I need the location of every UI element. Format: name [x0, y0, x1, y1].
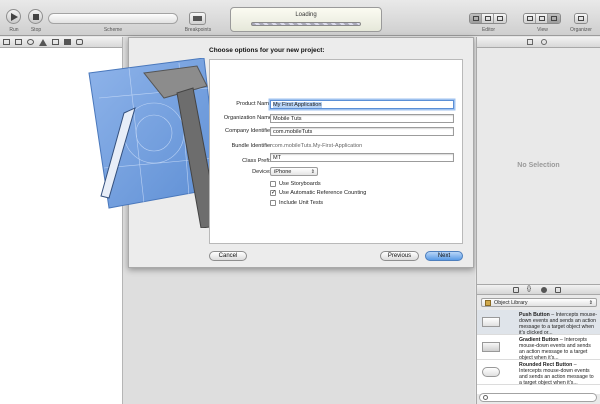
library-item-rounded-rect-button[interactable]: Rounded Rect Button – Intercepts mouse-d…	[477, 360, 600, 386]
use-storyboards-option[interactable]: Use Storyboards	[270, 181, 321, 187]
popup-arrows-icon: ⇕	[310, 169, 315, 175]
company-identifier-field[interactable]: com.mobileTuts	[270, 127, 454, 136]
push-button-thumbnail-icon	[482, 317, 500, 327]
run-button[interactable]	[6, 9, 21, 24]
view-label: View	[537, 27, 548, 33]
search-icon	[483, 395, 488, 400]
breakpoints-label: Breakpoints	[184, 27, 212, 33]
organization-name-field[interactable]: Mobile Tuts	[270, 114, 454, 123]
assistant-editor-icon	[485, 16, 491, 21]
devices-label: Devices	[252, 169, 272, 175]
debug-toggle-button[interactable]	[536, 14, 548, 23]
sheet-title: Choose options for your new project:	[209, 47, 325, 54]
library-list: Push Button – Intercepts mouse-down even…	[477, 310, 600, 394]
bundle-identifier-label: Bundle Identifier	[231, 143, 272, 149]
use-storyboards-label: Use Storyboards	[279, 181, 321, 187]
breakpoint-navigator-icon[interactable]	[64, 39, 71, 45]
navigator-pane-icon	[527, 16, 533, 21]
symbol-navigator-icon[interactable]	[15, 39, 22, 45]
scheme-popup[interactable]	[48, 13, 178, 24]
breakpoint-icon	[193, 16, 202, 21]
search-navigator-icon[interactable]	[27, 39, 34, 45]
organizer-label: Organizer	[570, 27, 592, 33]
navigator-toggle-button[interactable]	[524, 14, 536, 23]
include-unit-tests-label: Include Unit Tests	[279, 200, 324, 206]
activity-viewer: Loading	[230, 7, 382, 32]
cancel-button[interactable]: Cancel	[209, 251, 247, 261]
rounded-rect-button-thumbnail-icon	[482, 367, 500, 377]
new-project-sheet: Choose options for your new project: Pro…	[88, 37, 474, 268]
issue-navigator-icon[interactable]	[39, 39, 47, 46]
standard-editor-button[interactable]	[470, 14, 482, 23]
file-template-library-icon[interactable]	[513, 287, 519, 293]
editor-label: Editor	[481, 27, 496, 33]
code-snippet-library-icon[interactable]: {}	[527, 286, 533, 292]
previous-button[interactable]: Previous	[380, 251, 419, 261]
no-selection-text: No Selection	[517, 162, 560, 169]
next-button[interactable]: Next	[425, 251, 463, 261]
use-arc-checkbox[interactable]	[270, 189, 276, 196]
use-arc-label: Use Automatic Reference Counting	[279, 190, 367, 196]
quick-help-icon[interactable]	[541, 39, 547, 45]
devices-value: iPhone	[274, 169, 292, 175]
gradient-button-thumbnail-icon	[482, 342, 500, 352]
devices-popup[interactable]: iPhone ⇕	[270, 167, 318, 176]
debug-pane-icon	[539, 16, 545, 21]
organizer-button[interactable]	[575, 14, 587, 23]
library-popup[interactable]: Object Library ⇕	[481, 298, 597, 307]
debug-navigator-icon[interactable]	[52, 39, 59, 45]
options-panel: Product Name My First Application Organi…	[209, 59, 463, 244]
editor-segmented-control	[469, 13, 507, 24]
organizer-icon	[578, 16, 584, 21]
xcode-blueprint-hammer-icon	[88, 58, 219, 228]
assistant-editor-button[interactable]	[482, 14, 494, 23]
bundle-identifier-value: com.mobileTuts.My-First-Application	[272, 143, 363, 149]
run-label: Run	[9, 27, 19, 33]
class-prefix-label: Class Prefix	[242, 158, 272, 164]
version-editor-icon	[497, 16, 503, 21]
product-name-field[interactable]: My First Application	[270, 100, 454, 109]
play-icon	[11, 13, 18, 21]
media-library-icon[interactable]	[555, 287, 561, 293]
activity-progress-bar	[251, 22, 361, 26]
class-prefix-field[interactable]: MT	[270, 153, 454, 162]
object-library-cube-icon	[485, 300, 491, 306]
view-segmented-control	[523, 13, 561, 24]
popup-arrows-icon: ⇕	[588, 300, 593, 306]
file-inspector-icon[interactable]	[527, 39, 533, 45]
include-unit-tests-checkbox[interactable]	[270, 200, 276, 206]
object-library-icon[interactable]	[541, 287, 547, 293]
stop-button[interactable]	[28, 9, 43, 24]
stop-label: Stop	[30, 27, 42, 33]
company-identifier-label: Company Identifier	[225, 128, 272, 134]
utilities-pane: No Selection {} Object Library ⇕ Push Bu…	[476, 37, 600, 404]
version-editor-button[interactable]	[494, 14, 506, 23]
library-popup-value: Object Library	[494, 300, 528, 306]
use-arc-option[interactable]: Use Automatic Reference Counting	[270, 189, 367, 196]
library-item-push-button[interactable]: Push Button – Intercepts mouse-down even…	[477, 310, 600, 336]
library-item-gradient-button[interactable]: Gradient Button – Intercepts mouse-down …	[477, 335, 600, 361]
organization-name-label: Organization Name	[223, 115, 272, 121]
project-navigator-icon[interactable]	[3, 39, 10, 45]
standard-editor-icon	[473, 16, 479, 21]
library-filter-field[interactable]	[479, 393, 597, 402]
toolbar: Run Stop Scheme Breakpoints Loading Edit…	[0, 0, 600, 36]
breakpoints-button[interactable]	[189, 12, 206, 25]
utilities-pane-icon	[551, 16, 557, 21]
utilities-toggle-button[interactable]	[548, 14, 560, 23]
log-navigator-icon[interactable]	[76, 39, 83, 45]
organizer-control	[574, 13, 588, 24]
product-name-label: Product Name	[236, 101, 272, 107]
scheme-label: Scheme	[103, 27, 123, 33]
use-storyboards-checkbox[interactable]	[270, 181, 276, 187]
inspector-selector-bar	[477, 37, 600, 48]
stop-icon	[33, 14, 39, 20]
activity-text: Loading	[295, 12, 317, 18]
include-unit-tests-option[interactable]: Include Unit Tests	[270, 200, 323, 206]
library-selector-bar: {}	[477, 284, 600, 295]
navigator-selector-bar	[0, 37, 122, 48]
